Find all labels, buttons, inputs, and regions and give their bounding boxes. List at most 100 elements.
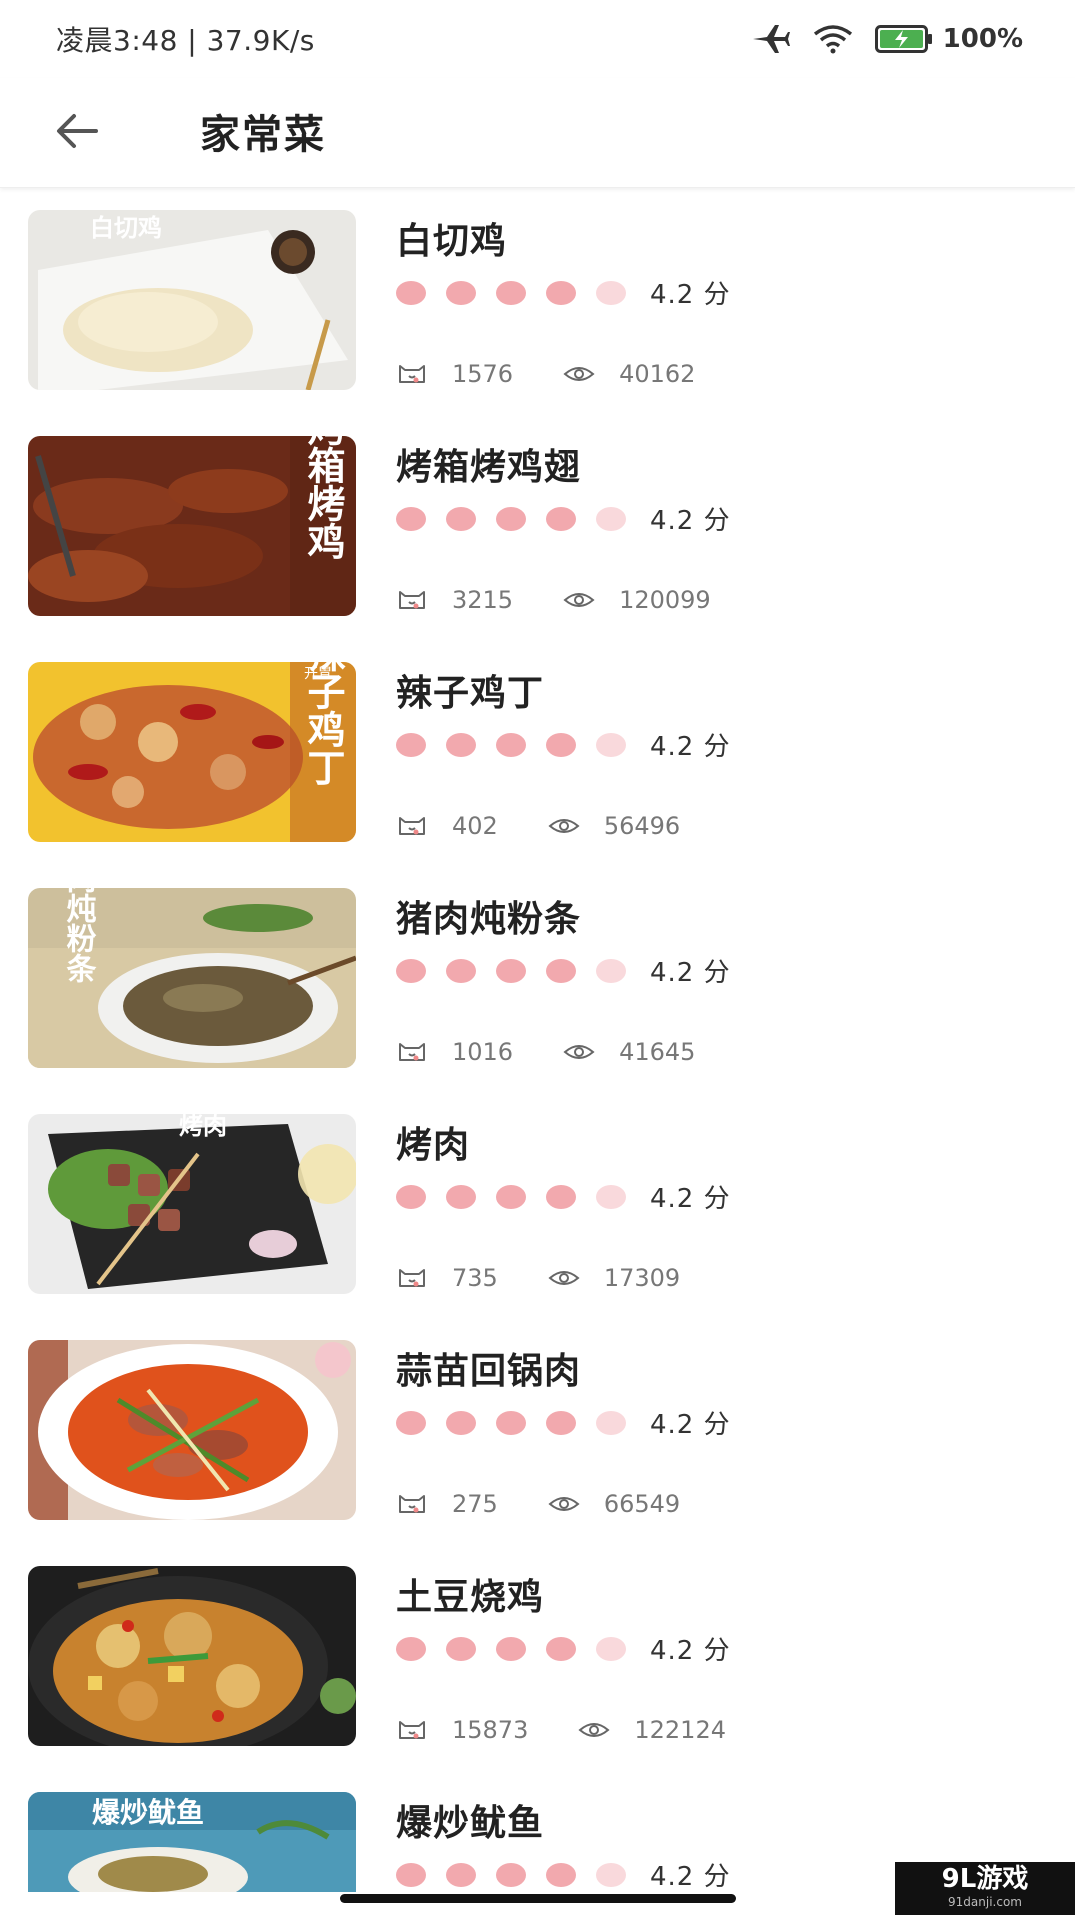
recipe-stats: 735 17309 <box>396 1264 680 1292</box>
rating-dot <box>496 1410 526 1435</box>
site-watermark: 9L游戏 91danji.com <box>895 1862 1075 1915</box>
recipe-item[interactable]: 土豆烧鸡 4.2 分 15873 122124 <box>0 1566 1075 1746</box>
recipe-stats: 15873 122124 <box>396 1716 726 1744</box>
app-screen: 凌晨3:48 | 37.9K/s 100% 家常菜 白切鸡 白切鸡 4.2 分 … <box>0 0 1075 1915</box>
thumbnail-text: 烤肉 <box>179 1114 227 1140</box>
status-time-speed: 凌晨3:48 | 37.9K/s <box>56 24 315 57</box>
thumbnail-text: 爆炒鱿鱼 <box>92 1796 204 1829</box>
rating-dot <box>496 1636 526 1661</box>
rating-dot <box>546 1184 576 1209</box>
rating-dot <box>396 1862 426 1887</box>
back-arrow-icon[interactable] <box>50 104 104 158</box>
recipe-rating: 4.2 分 <box>396 1630 731 1667</box>
rating-dot <box>596 1862 626 1887</box>
recipe-item[interactable]: 烤肉 烤肉 4.2 分 735 17309 <box>0 1114 1075 1294</box>
recipe-title: 猪肉炖粉条 <box>396 899 582 940</box>
like-count: 3215 <box>452 586 514 614</box>
view-count: 17309 <box>603 1264 681 1292</box>
battery-percent: 100% <box>942 24 1023 54</box>
recipe-stats: 402 56496 <box>396 812 680 840</box>
recipe-rating: 4.2 分 <box>396 1856 731 1892</box>
rating-dot <box>496 280 526 305</box>
eye-icon <box>563 1045 595 1059</box>
rating-dot <box>396 732 426 757</box>
rating-dot <box>446 958 476 983</box>
recipe-title: 土豆烧鸡 <box>396 1577 545 1618</box>
recipe-thumbnail[interactable]: 白切鸡 <box>28 210 356 390</box>
like-count: 15873 <box>452 1716 529 1744</box>
rating-dot <box>496 506 526 531</box>
rating-dot <box>396 958 426 983</box>
home-indicator[interactable] <box>340 1894 736 1903</box>
airplane-icon <box>752 25 790 53</box>
rating-dot <box>596 280 626 305</box>
recipe-rating: 4.2 分 <box>396 1178 731 1215</box>
recipe-title: 蒜苗回锅肉 <box>396 1351 582 1392</box>
eye-icon <box>548 1271 580 1285</box>
recipe-title: 烤肉 <box>396 1125 471 1166</box>
recipe-thumbnail[interactable]: 烤肉 <box>28 1114 356 1294</box>
rating-dot <box>596 1184 626 1209</box>
rating-dot <box>446 506 476 531</box>
thumbnail-text: 猪肉炖粉条 <box>61 888 97 983</box>
view-count: 66549 <box>603 1490 681 1518</box>
rating-dot <box>446 1184 476 1209</box>
rating-dot <box>546 732 576 757</box>
recipe-stats: 275 66549 <box>396 1490 680 1518</box>
eye-icon <box>563 367 595 381</box>
eye-icon <box>563 593 595 607</box>
rating-dot <box>496 732 526 757</box>
recipe-thumbnail[interactable] <box>28 1566 356 1746</box>
rating-dot <box>596 1410 626 1435</box>
rating-dot <box>596 958 626 983</box>
rating-dot <box>546 1636 576 1661</box>
rating-dot <box>596 506 626 531</box>
like-count: 1576 <box>452 360 514 388</box>
cat-face-icon <box>399 1495 425 1513</box>
rating-dot <box>596 732 626 757</box>
rating-dot <box>446 280 476 305</box>
cat-face-icon <box>399 817 425 835</box>
rating-dot <box>396 1184 426 1209</box>
rating-dot <box>496 958 526 983</box>
rating-dot <box>546 1410 576 1435</box>
recipe-item[interactable]: 烤箱烤鸡 烤箱烤鸡翅 4.2 分 3215 120099 <box>0 436 1075 616</box>
recipe-item[interactable]: 蒜苗回锅肉 4.2 分 275 66549 <box>0 1340 1075 1520</box>
recipe-title: 白切鸡 <box>396 221 508 262</box>
thumbnail-text: 烤箱烤鸡 <box>301 436 346 560</box>
eye-icon <box>548 1497 580 1511</box>
recipe-thumbnail[interactable] <box>28 1340 356 1520</box>
view-count: 56496 <box>603 812 681 840</box>
thumbnail-text: 辣子鸡丁 <box>301 662 346 786</box>
rating-dot <box>546 958 576 983</box>
watermark-logo-text: 9L游戏 <box>941 1864 1029 1894</box>
page-title: 家常菜 <box>200 112 326 158</box>
recipe-item[interactable]: 开胃 辣子鸡丁 辣子鸡丁 4.2 分 402 56496 <box>0 662 1075 842</box>
wifi-icon <box>813 25 852 54</box>
recipe-stats: 1576 40162 <box>396 360 695 388</box>
recipe-title: 爆炒鱿鱼 <box>396 1803 545 1844</box>
recipe-rating: 4.2 分 <box>396 726 731 763</box>
recipe-thumbnail[interactable]: 烤箱烤鸡 <box>28 436 356 616</box>
recipe-score: 4.2 分 <box>650 958 731 988</box>
status-bar: 凌晨3:48 | 37.9K/s 100% <box>0 0 1075 78</box>
rating-dot <box>496 1862 526 1887</box>
recipe-rating: 4.2 分 <box>396 274 731 311</box>
like-count: 1016 <box>452 1038 514 1066</box>
recipe-rating: 4.2 分 <box>396 1404 731 1441</box>
recipe-score: 4.2 分 <box>650 1410 731 1440</box>
recipe-thumbnail[interactable]: 爆炒鱿鱼 <box>28 1792 356 1892</box>
recipe-thumbnail[interactable]: 开胃 辣子鸡丁 <box>28 662 356 842</box>
recipe-item[interactable]: 猪肉炖粉条 猪肉炖粉条 4.2 分 1016 41645 <box>0 888 1075 1068</box>
recipe-thumbnail[interactable]: 猪肉炖粉条 <box>28 888 356 1068</box>
rating-dot <box>546 1862 576 1887</box>
cat-face-icon <box>399 1043 425 1061</box>
rating-dot <box>446 1636 476 1661</box>
recipe-item[interactable]: 白切鸡 白切鸡 4.2 分 1576 40162 <box>0 210 1075 390</box>
rating-dot <box>596 1636 626 1661</box>
recipe-stats: 1016 41645 <box>396 1038 695 1066</box>
like-count: 402 <box>452 812 498 840</box>
eye-icon <box>578 1723 610 1737</box>
view-count: 40162 <box>619 360 696 388</box>
recipe-score: 4.2 分 <box>650 1862 731 1892</box>
